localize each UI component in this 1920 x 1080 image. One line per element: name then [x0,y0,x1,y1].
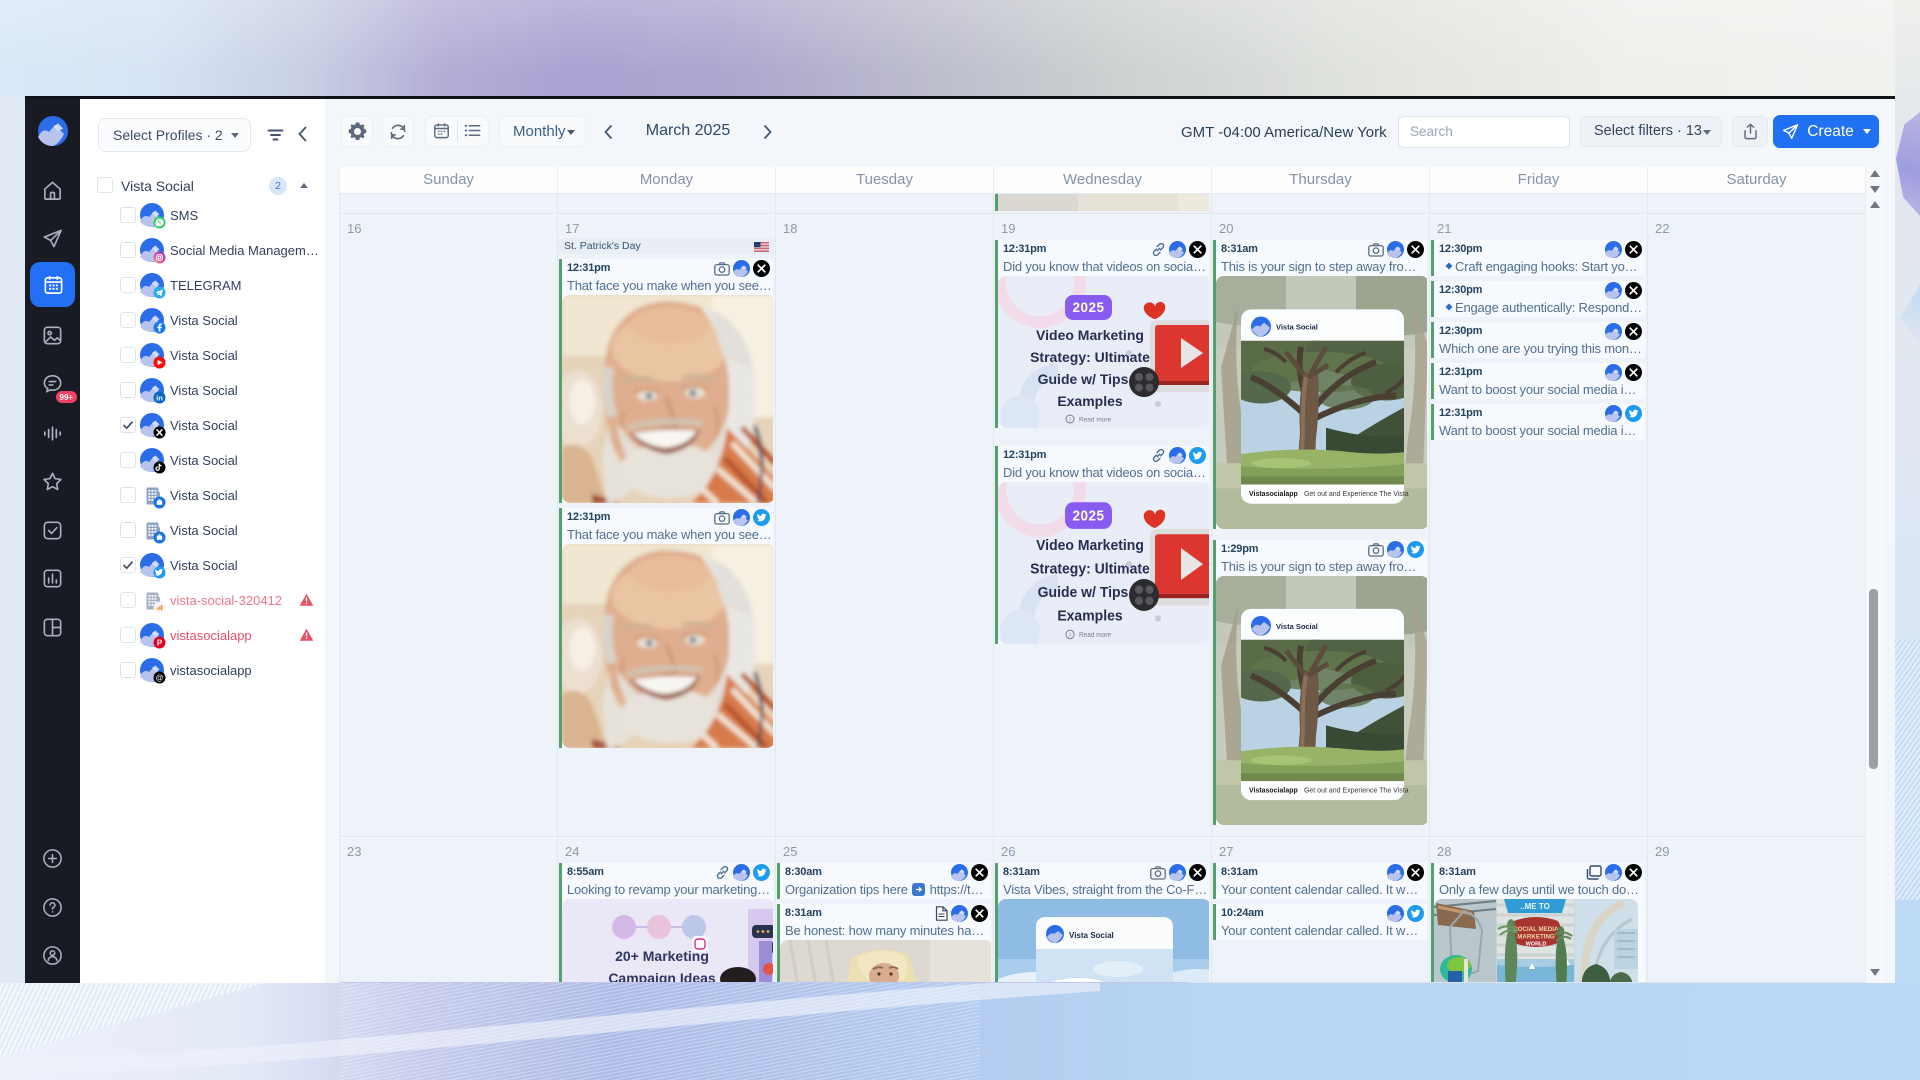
svg-text:Get out and Experience The Vis: Get out and Experience The Vista [1304,491,1409,498]
svg-text:@: @ [156,673,164,682]
svg-text:in: in [156,393,163,402]
svg-text:i: i [1069,418,1070,424]
svg-text:Guide w/ Tips &: Guide w/ Tips & [1038,371,1143,387]
svg-text:Examples: Examples [1057,608,1122,625]
svg-text:Video Marketing: Video Marketing [1036,538,1144,555]
svg-text:Vistasocialapp: Vistasocialapp [1249,788,1298,795]
svg-text:Vista Social: Vista Social [1276,622,1318,631]
svg-text:..ME TO: ..ME TO [1520,902,1550,911]
svg-text:i: i [1069,632,1070,639]
svg-text:Read more: Read more [1079,417,1112,424]
svg-text:20+ Marketing: 20+ Marketing [615,948,709,964]
svg-text:Read more: Read more [1079,632,1111,639]
svg-text:P: P [157,638,163,647]
svg-text:Vistasocialapp: Vistasocialapp [1249,491,1298,498]
svg-text:WORLD: WORLD [1526,942,1547,948]
svg-text:Video Marketing: Video Marketing [1036,327,1144,343]
svg-text:Examples: Examples [1057,393,1123,409]
svg-text:2025: 2025 [1072,507,1104,524]
svg-text:Get out and Experience The Vis: Get out and Experience The Vista [1304,788,1409,795]
svg-text:MARKETING: MARKETING [1517,934,1555,941]
svg-text:SOCIAL MEDIA: SOCIAL MEDIA [1514,926,1559,933]
svg-text:Vista Social: Vista Social [1276,323,1318,332]
svg-text:Vista Social: Vista Social [1069,931,1114,940]
svg-text:Guide w/ Tips &: Guide w/ Tips & [1038,585,1143,602]
svg-text:Strategy: Ultimate: Strategy: Ultimate [1030,349,1150,365]
svg-text:2025: 2025 [1072,300,1104,315]
